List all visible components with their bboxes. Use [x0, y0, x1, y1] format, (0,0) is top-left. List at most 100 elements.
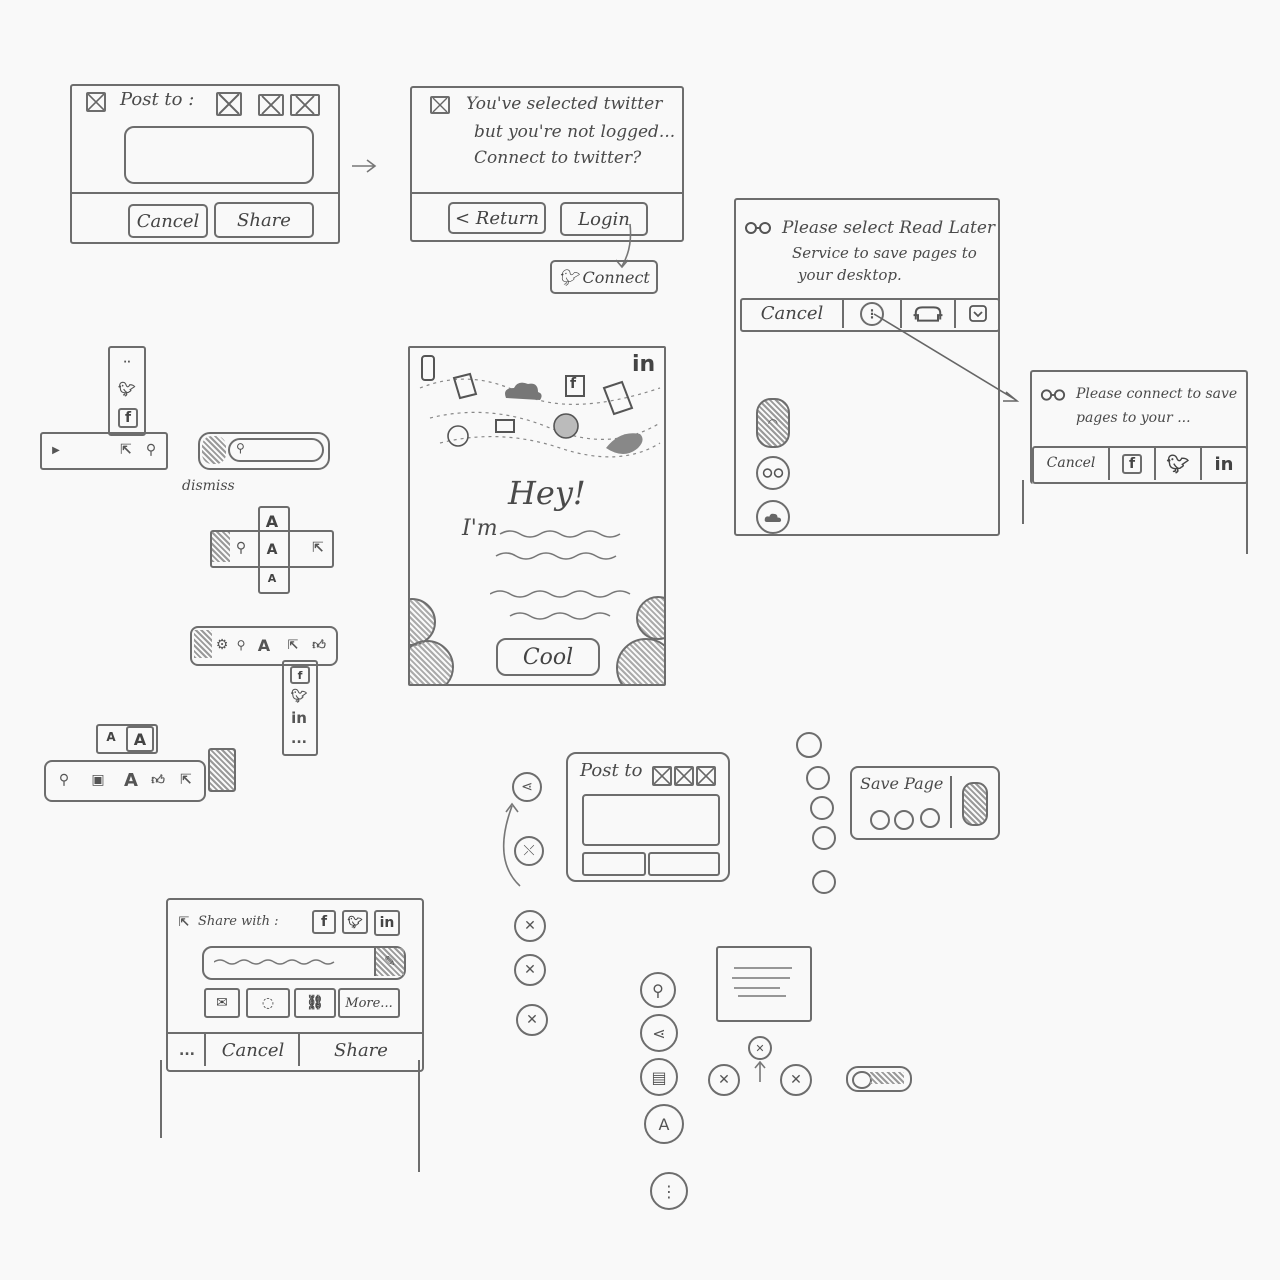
font-current-button[interactable]: A — [260, 538, 284, 562]
service-placeholder-icon[interactable] — [674, 766, 694, 786]
linkedin-icon[interactable]: in — [374, 910, 400, 936]
service-placeholder-icon[interactable] — [258, 94, 284, 116]
font-smaller-button[interactable]: A — [262, 568, 282, 588]
close-circle-button[interactable]: ✕ — [748, 1036, 772, 1060]
close-circle-button[interactable]: ⤬ — [514, 836, 544, 866]
linkedin-icon[interactable]: in — [284, 708, 314, 728]
font-smaller-button[interactable]: A — [100, 728, 122, 746]
cancel-button[interactable]: Cancel — [204, 1034, 300, 1066]
bookmark-icon[interactable]: ▣ — [88, 768, 108, 792]
toggle-switch[interactable] — [846, 1066, 912, 1092]
search-icon[interactable]: ⚲ — [232, 632, 250, 658]
facebook-option[interactable]: f — [1108, 448, 1154, 480]
service-circle[interactable] — [806, 766, 830, 790]
search-icon[interactable]: ⚲ — [140, 440, 162, 460]
message-input[interactable]: ✎ — [202, 946, 406, 980]
service-circle[interactable] — [920, 808, 940, 828]
font-larger-button[interactable]: A — [126, 726, 154, 752]
share-icon[interactable]: ⇱ — [114, 440, 138, 460]
post-text-area[interactable] — [582, 794, 720, 846]
cancel-button[interactable]: Cancel — [742, 298, 842, 328]
more-options-button[interactable]: ... — [172, 1036, 202, 1066]
toggle-fill — [870, 1072, 904, 1084]
close-circle-button[interactable]: ✕ — [514, 954, 546, 986]
twitter-bird-icon[interactable]: 🐦︎ — [342, 910, 368, 934]
return-button[interactable]: < Return — [448, 202, 546, 234]
more-icon[interactable]: ·· — [110, 350, 144, 374]
service-circle[interactable] — [812, 870, 836, 894]
search-icon[interactable]: ⚲ — [230, 536, 252, 560]
pin-icon[interactable] — [962, 782, 988, 826]
twitter-bird-icon[interactable]: 🐦︎ — [110, 378, 144, 402]
font-larger-button[interactable]: A — [260, 510, 284, 532]
share-circle-button[interactable]: ⋖ — [512, 772, 542, 802]
service-circle[interactable] — [812, 826, 836, 850]
service-circle[interactable] — [870, 810, 890, 830]
rss-corner-icon — [636, 596, 664, 640]
email-button[interactable]: ✉ — [204, 988, 240, 1018]
share-icon[interactable]: ⇱ — [174, 768, 198, 792]
gear-icon[interactable]: ⚙ — [212, 632, 232, 658]
post-to-popover: Post to — [566, 752, 730, 882]
glasses-service-icon[interactable] — [756, 456, 790, 490]
app-placeholder-icon — [86, 92, 106, 112]
facebook-icon[interactable]: f — [290, 666, 310, 684]
cloud-service-icon[interactable] — [756, 500, 790, 534]
close-circle-button[interactable]: ✕ — [780, 1064, 812, 1096]
linkedin-option[interactable]: in — [1200, 448, 1246, 480]
service-placeholder-icon[interactable] — [696, 766, 716, 786]
post-dialog-title: Post to : — [120, 89, 195, 110]
dismiss-toolbar-icon[interactable] — [212, 532, 230, 562]
share-icon[interactable]: ⇱ — [306, 536, 330, 560]
twitter-option[interactable]: 🐦︎ — [1154, 448, 1200, 480]
search-circle-button[interactable]: ⚲ — [640, 972, 676, 1008]
rss-service-icon[interactable]: ◠ — [756, 398, 790, 448]
facebook-icon[interactable]: f — [312, 910, 336, 934]
font-icon[interactable]: A — [254, 632, 274, 658]
chat-button[interactable]: ◌ — [246, 988, 290, 1018]
popover-button-right[interactable] — [648, 852, 720, 876]
twitter-bird-icon[interactable]: 🐦︎ — [284, 686, 314, 706]
thumbs-up-icon[interactable]: 👍︎ — [146, 768, 170, 792]
share-button[interactable]: Share — [298, 1034, 422, 1066]
more-vertical-circle-button[interactable]: ⋮ — [650, 1172, 688, 1210]
compact-toolbar: ⚲ ▣ A 👍︎ ⇱ — [44, 760, 206, 802]
share-button[interactable]: Share — [214, 202, 314, 238]
more-button[interactable]: More... — [338, 988, 400, 1018]
service-placeholder-icon[interactable] — [216, 92, 242, 116]
document-circle-button[interactable]: ▤ — [640, 1058, 678, 1096]
close-circle-button[interactable]: ✕ — [514, 910, 546, 942]
dismiss-toolbar-icon[interactable] — [202, 436, 226, 464]
facebook-icon[interactable]: f — [118, 408, 138, 428]
dismiss-toolbar-icon[interactable] — [194, 630, 212, 658]
cancel-button[interactable]: Cancel — [128, 204, 208, 238]
divider — [72, 192, 338, 194]
share-circle-button[interactable]: ⋖ — [640, 1014, 678, 1052]
glasses-icon — [1040, 388, 1066, 402]
cancel-button[interactable]: Cancel — [1034, 446, 1108, 480]
service-circle[interactable] — [796, 732, 822, 758]
close-circle-button[interactable]: ✕ — [708, 1064, 740, 1096]
expand-toolbar-icon[interactable] — [208, 748, 236, 792]
service-placeholder-icon[interactable] — [290, 94, 320, 116]
post-text-area[interactable] — [124, 126, 314, 184]
link-button[interactable]: ⛓ — [294, 988, 336, 1018]
search-input[interactable]: ⚲ — [228, 438, 324, 462]
close-circle-button[interactable]: ✕ — [516, 1004, 548, 1036]
thumbs-up-icon[interactable]: 👍︎ — [308, 632, 330, 658]
popover-button-left[interactable] — [582, 852, 646, 876]
service-circle[interactable] — [810, 796, 834, 820]
share-icon[interactable]: ⇱ — [282, 632, 304, 658]
play-icon[interactable]: ▶ — [46, 440, 66, 460]
cool-button[interactable]: Cool — [496, 638, 600, 676]
search-icon[interactable]: ⚲ — [54, 768, 74, 792]
font-circle-button[interactable]: A — [644, 1104, 684, 1144]
more-icon[interactable]: ... — [284, 730, 314, 748]
font-icon[interactable]: A — [120, 768, 142, 792]
connect-twitter-button[interactable]: 🐦︎ Connect — [550, 260, 658, 294]
pencil-icon[interactable]: ✎ — [374, 948, 404, 976]
service-placeholder-icon[interactable] — [652, 766, 672, 786]
service-circle[interactable] — [894, 810, 914, 830]
welcome-screen: in f Hey! I'm Cool — [408, 346, 666, 686]
twitter-message-line3: Connect to twitter? — [474, 148, 642, 168]
